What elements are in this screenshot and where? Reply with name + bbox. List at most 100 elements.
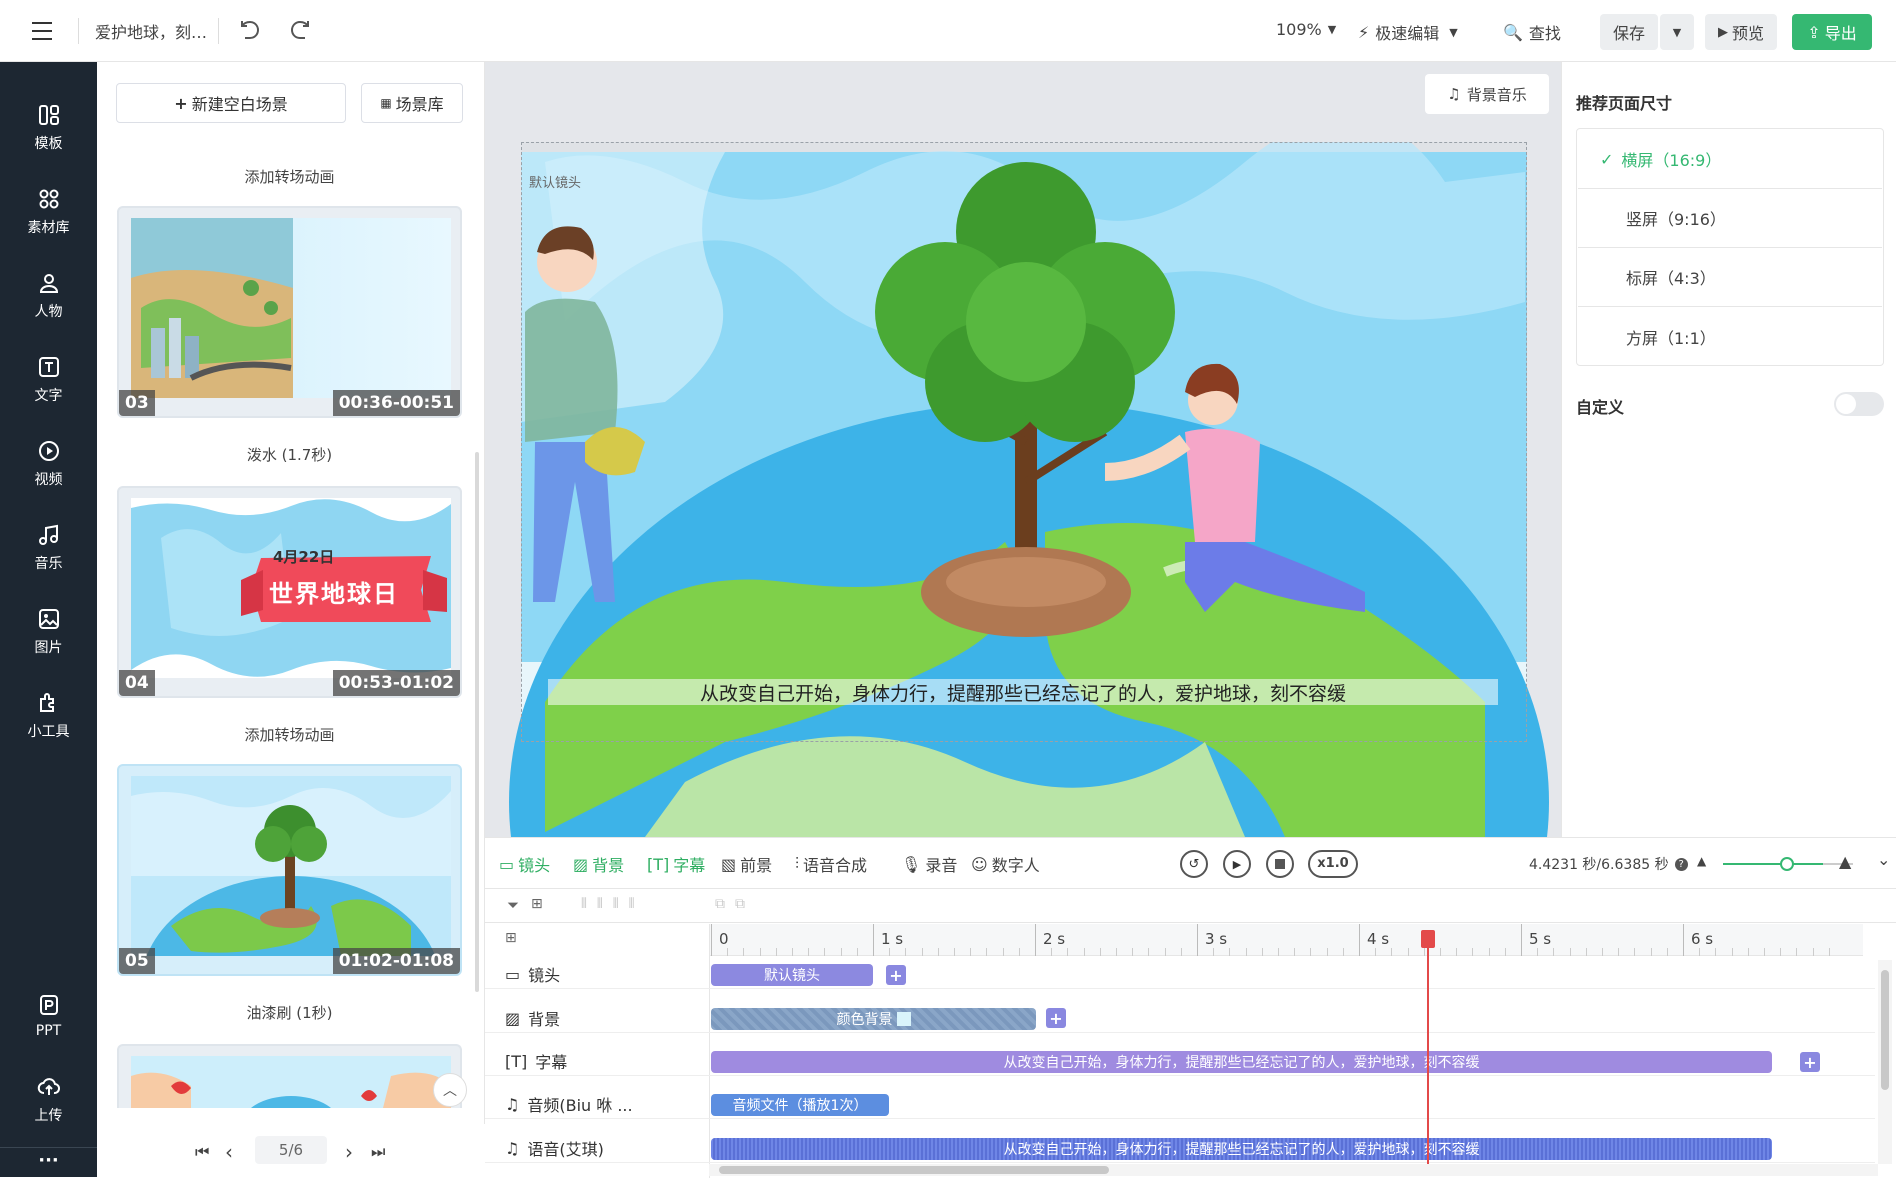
tab-label: 录音 bbox=[925, 856, 958, 875]
zoom-slider-handle[interactable] bbox=[1780, 857, 1794, 871]
time-ruler[interactable]: 0 1 s 2 s 3 s 4 s 5 s 6 s bbox=[709, 924, 1896, 956]
save-options-button[interactable]: ▼ bbox=[1660, 14, 1694, 50]
clip-label: 颜色背景 bbox=[836, 1012, 893, 1028]
undo-icon[interactable] bbox=[238, 19, 262, 43]
rail-item-assets[interactable]: 素材库 bbox=[0, 176, 97, 248]
menu-icon[interactable] bbox=[32, 22, 52, 40]
transition-label[interactable]: 泼水 (1.7秒) bbox=[117, 444, 462, 465]
rail-item-upload[interactable]: 上传 bbox=[0, 1064, 97, 1136]
stop-icon[interactable] bbox=[1266, 850, 1294, 878]
add-camera-button[interactable]: + bbox=[886, 965, 906, 985]
size-option-16-9[interactable]: ✓ 横屏（16:9） bbox=[1578, 130, 1882, 189]
tab-digital-human[interactable]: ☺ 数字人 bbox=[971, 852, 1040, 876]
find-button[interactable]: 🔍 查找 bbox=[1503, 20, 1561, 44]
last-page-icon[interactable]: ⏭ bbox=[371, 1142, 385, 1162]
size-option-1-1[interactable]: 方屏（1:1） bbox=[1578, 307, 1882, 366]
voice-clip[interactable]: 从改变自己开始，身体力行，提醒那些已经忘记了的人，爱护地球，刻不容缓 bbox=[711, 1138, 1772, 1160]
custom-size-toggle[interactable] bbox=[1834, 392, 1884, 416]
tab-background[interactable]: ▨ 背景 bbox=[573, 852, 624, 876]
rail-item-tools[interactable]: 小工具 bbox=[0, 680, 97, 752]
scroll-to-top-button[interactable]: ︿ bbox=[433, 1073, 467, 1107]
camera-clip[interactable]: 默认镜头 bbox=[711, 964, 873, 986]
rail-item-text[interactable]: 文字 bbox=[0, 344, 97, 416]
project-title[interactable]: 爱护地球，刻… bbox=[95, 19, 207, 43]
edit-mode-select[interactable]: ⚡ 极速编辑 ▼ bbox=[1358, 20, 1458, 44]
scene-card-06[interactable] bbox=[117, 1044, 462, 1108]
zoom-in-icon[interactable]: ▲ bbox=[1839, 852, 1851, 871]
help-icon[interactable]: ? bbox=[1674, 857, 1688, 871]
ruler-minor-tick bbox=[1764, 948, 1765, 956]
track-camera[interactable]: ▭ 镜头 bbox=[505, 962, 560, 986]
ruler-tick-line bbox=[711, 924, 712, 956]
rail-item-video[interactable]: 视频 bbox=[0, 428, 97, 500]
audio-clip[interactable]: 音频文件（播放1次） bbox=[711, 1094, 889, 1116]
ruler-minor-tick bbox=[1585, 948, 1587, 956]
zoom-slider[interactable] bbox=[1723, 863, 1823, 865]
track-audio[interactable]: ♫ 音频(Biu 咻 ... bbox=[505, 1092, 633, 1116]
prev-page-icon[interactable]: ‹ bbox=[225, 1140, 233, 1164]
zoom-select[interactable]: 109% ▼ bbox=[1276, 20, 1336, 39]
camera-frame[interactable] bbox=[521, 142, 1527, 742]
add-subtitle-button[interactable]: + bbox=[1800, 1052, 1820, 1072]
speed-button[interactable]: x1.0 bbox=[1308, 850, 1358, 878]
playhead[interactable] bbox=[1420, 924, 1435, 1164]
rail-item-images[interactable]: 图片 bbox=[0, 596, 97, 668]
transition-label[interactable]: 添加转场动画 bbox=[117, 724, 462, 745]
background-clip[interactable]: 颜色背景 bbox=[711, 1008, 1036, 1030]
hierarchy-icon[interactable]: ⊞ bbox=[531, 896, 543, 912]
replay-icon[interactable]: ↺ bbox=[1180, 850, 1208, 878]
save-button[interactable]: 保存 bbox=[1600, 14, 1658, 50]
tab-record[interactable]: 🎙 录音 bbox=[901, 852, 957, 876]
new-blank-scene-button[interactable]: + 新建空白场景 bbox=[116, 83, 346, 123]
rail-item-templates[interactable]: 模板 bbox=[0, 92, 97, 164]
tab-camera[interactable]: ▭ 镜头 bbox=[499, 852, 550, 876]
first-page-icon[interactable]: ⏮ bbox=[195, 1142, 209, 1162]
transition-label[interactable]: 添加转场动画 bbox=[117, 166, 462, 187]
rail-label: PPT bbox=[35, 1023, 62, 1039]
tab-subtitle[interactable]: [T] 字幕 bbox=[647, 852, 705, 876]
redo-icon[interactable] bbox=[288, 19, 312, 43]
track-background[interactable]: ▨ 背景 bbox=[505, 1006, 560, 1030]
size-option-4-3[interactable]: 标屏（4:3） bbox=[1578, 248, 1882, 307]
next-page-icon[interactable]: › bbox=[345, 1140, 353, 1164]
export-label: 导出 bbox=[1824, 24, 1857, 43]
find-icon: 🔍 bbox=[1503, 22, 1523, 42]
ruler-tick-line bbox=[1359, 924, 1360, 956]
scene-card-03[interactable]: 03 00:36-00:51 bbox=[117, 206, 462, 418]
size-option-9-16[interactable]: 竖屏（9:16） bbox=[1578, 189, 1882, 248]
tab-tts[interactable]: ⫶ 语音合成 bbox=[795, 852, 867, 876]
ruler-minor-tick bbox=[1083, 948, 1085, 956]
timeline-vscrollbar[interactable] bbox=[1878, 960, 1892, 1164]
tab-foreground[interactable]: ▧ 前景 bbox=[721, 852, 772, 876]
ruler-minor-tick bbox=[1213, 948, 1215, 956]
scene-card-04[interactable]: 4月22日 世界地球日 04 00:53-01:02 bbox=[117, 486, 462, 698]
add-background-button[interactable]: + bbox=[1046, 1008, 1066, 1028]
preview-button[interactable]: ▶ 预览 bbox=[1705, 14, 1777, 50]
timeline: ▭ 镜头 ▨ 背景 [T] 字幕 ▧ 前景 ⫶ 语音合成 🎙 录音 ☺ 数字人 ↺ ▶ x1.… bbox=[485, 837, 1896, 1178]
tab-label: 字幕 bbox=[673, 856, 706, 875]
ruler-minor-tick bbox=[1715, 948, 1717, 956]
scene-card-05[interactable]: 05 01:02-01:08 bbox=[117, 764, 462, 976]
vscroll-thumb[interactable] bbox=[1881, 970, 1889, 1090]
scene-scrollbar[interactable] bbox=[475, 452, 479, 992]
transition-label[interactable]: 油漆刷 (1秒) bbox=[117, 1002, 462, 1023]
track-subtitle[interactable]: [T] 字幕 bbox=[505, 1049, 567, 1073]
rail-item-music[interactable]: 音乐 bbox=[0, 512, 97, 584]
background-music-button[interactable]: ♫ 背景音乐 bbox=[1425, 74, 1549, 114]
collapse-icon[interactable]: ⌄ bbox=[1877, 850, 1890, 869]
track-voice[interactable]: ♫ 语音(艾琪) bbox=[505, 1136, 604, 1160]
hscroll-thumb[interactable] bbox=[719, 1166, 1109, 1174]
page-indicator[interactable]: 5/6 bbox=[255, 1136, 327, 1164]
more-icon[interactable]: ··· bbox=[0, 1150, 97, 1171]
zoom-out-icon[interactable]: ▲ bbox=[1697, 854, 1706, 868]
export-button[interactable]: ⇪ 导出 bbox=[1792, 14, 1872, 50]
rail-item-people[interactable]: 人物 bbox=[0, 260, 97, 332]
rail-item-ppt[interactable]: PPT bbox=[0, 980, 97, 1052]
filter-icon[interactable]: ⏷ bbox=[507, 896, 519, 914]
subtitle-clip[interactable]: 从改变自己开始，身体力行，提醒那些已经忘记了的人，爱护地球，刻不容缓 bbox=[711, 1051, 1772, 1073]
play-icon[interactable]: ▶ bbox=[1223, 850, 1251, 878]
ruler-minor-tick bbox=[1618, 948, 1620, 956]
timeline-hscrollbar[interactable] bbox=[709, 1164, 1878, 1176]
caption-overlay[interactable]: 从改变自己开始，身体力行，提醒那些已经忘记了的人，爱护地球，刻不容缓 bbox=[548, 679, 1498, 705]
scene-library-button[interactable]: ▦ 场景库 bbox=[361, 83, 463, 123]
